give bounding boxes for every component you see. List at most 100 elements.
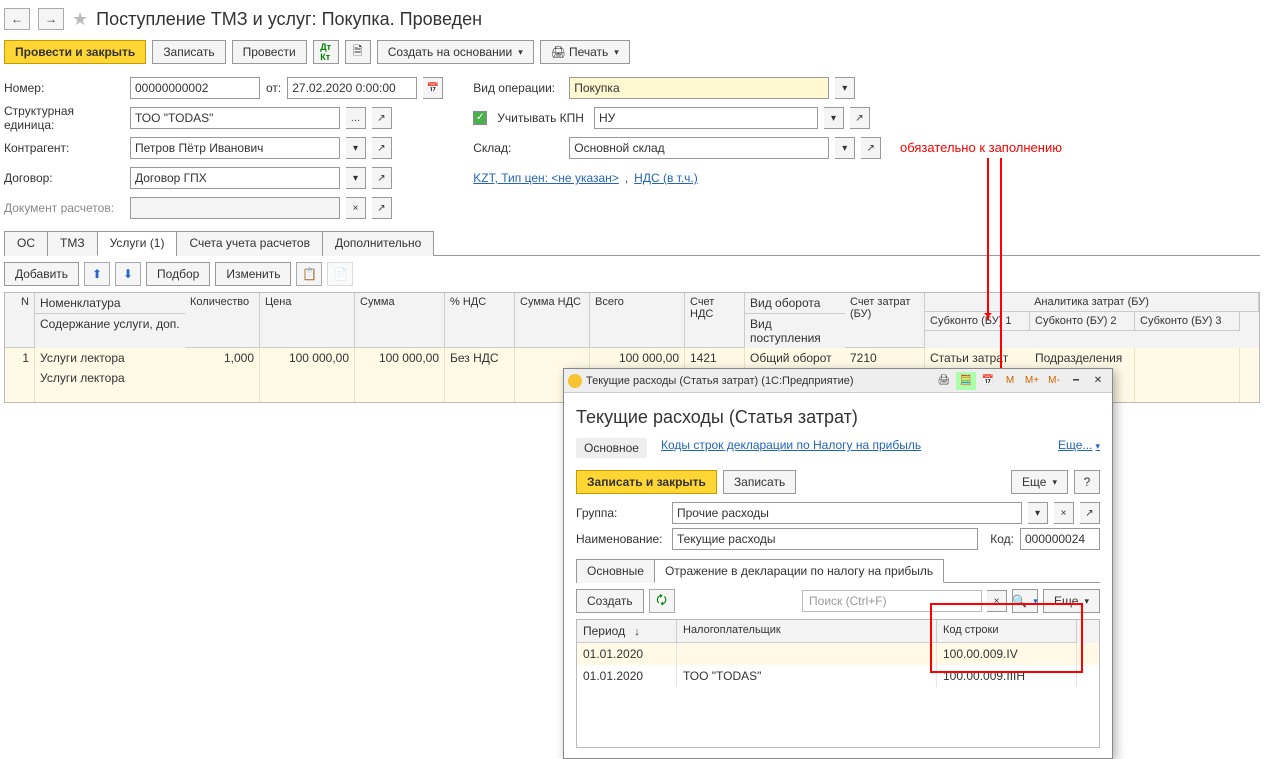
contract-dropdown-button[interactable]: ▾ [346,167,366,189]
kpn-open-button[interactable]: ↗ [850,107,870,129]
paste-button[interactable]: 📄 [327,262,353,286]
modal-nav-main[interactable]: Основное [576,438,647,458]
kpn-label: Учитывать КПН [497,111,584,125]
counterparty-open-button[interactable]: ↗ [372,137,392,159]
modal-save-button[interactable]: Записать [723,470,796,494]
tab-os[interactable]: ОС [4,231,48,256]
struct-select-button[interactable]: … [346,107,366,129]
nav-back-button[interactable]: ← [4,8,30,30]
from-label: от: [266,81,281,95]
modal-print-icon[interactable]: 🖨 [934,372,954,390]
docsettle-clear-button[interactable]: × [346,197,366,219]
modal-help-button[interactable]: ? [1074,470,1100,494]
copy-button[interactable]: 📋 [296,262,322,286]
favorite-star-icon[interactable]: ★ [72,9,88,30]
structure-button[interactable]: 🗎 [345,40,371,64]
move-down-button[interactable]: ⬇ [115,262,141,286]
modal-search-clear-button[interactable]: × [987,590,1007,612]
warehouse-dropdown-button[interactable]: ▾ [835,137,855,159]
warehouse-label: Склад: [473,141,563,155]
print-button[interactable]: 🖨 Печать [540,40,630,64]
modal-save-close-button[interactable]: Записать и закрыть [576,470,717,494]
modal-table-row[interactable]: 01.01.2020 ТОО "TODAS" 100.00.009.IIIH [577,665,1099,687]
cell-qty[interactable]: 1,000 [185,348,260,402]
tab-extra[interactable]: Дополнительно [322,231,434,256]
modal-mminus-button[interactable]: M- [1044,372,1064,390]
kpn-checkbox[interactable]: ✓ [473,111,487,125]
modal-group-clear-button[interactable]: × [1054,502,1074,524]
modal-nav-codes[interactable]: Коды строк декларации по Налогу на прибы… [661,438,921,458]
date-input[interactable]: 27.02.2020 0:00:00 [287,77,417,99]
modal-create-button[interactable]: Создать [576,589,644,613]
modal-tab-decl[interactable]: Отражение в декларации по налогу на приб… [654,559,944,583]
add-row-button[interactable]: Добавить [4,262,79,286]
number-input[interactable]: 00000000002 [130,77,260,99]
modal-close-icon[interactable]: ✕ [1088,372,1108,390]
post-and-close-button[interactable]: Провести и закрыть [4,40,146,64]
cell-vat[interactable]: Без НДС [445,348,515,402]
modal-calendar-icon[interactable]: 📅 [978,372,998,390]
modal-m-button[interactable]: M [1000,372,1020,390]
modal-more-button[interactable]: Еще [1011,470,1068,494]
struct-input[interactable]: ТОО "TODAS" [130,107,340,129]
modal-name-input[interactable]: Текущие расходы [672,528,978,550]
modal-group-dropdown-button[interactable]: ▾ [1028,502,1048,524]
modal-tab-main[interactable]: Основные [576,559,655,583]
cell-vid1[interactable]: Общий оборот [745,348,845,368]
tab-tmz[interactable]: ТМЗ [47,231,98,256]
nav-forward-button[interactable]: → [38,8,64,30]
post-button[interactable]: Провести [232,40,307,64]
modal-nav-more[interactable]: Еще... [1058,438,1100,458]
modal-grid-more-button[interactable]: Еще [1043,589,1100,613]
contract-open-button[interactable]: ↗ [372,167,392,189]
kpn-dropdown-button[interactable]: ▾ [824,107,844,129]
optype-label: Вид операции: [473,81,563,95]
modal-filter-button[interactable]: 🔍 [1012,589,1038,613]
annotation-arrow-1 [987,158,989,320]
cell-sub3[interactable] [1135,348,1240,402]
cell-n: 1 [5,348,35,402]
modal-calc-icon[interactable]: 🧮 [956,372,976,390]
counterparty-input[interactable]: Петров Пётр Иванович [130,137,340,159]
cell-nom2[interactable]: Услуги лектора [35,368,185,388]
modal-search-input[interactable]: Поиск (Ctrl+F) [802,590,982,612]
col-sub3-header: Субконто (БУ) 3 [1135,312,1240,331]
col-price-header: Цена [260,293,355,348]
save-button[interactable]: Записать [152,40,225,64]
modal-group-label: Группа: [576,506,666,520]
create-based-on-button[interactable]: Создать на основании [377,40,534,64]
col-sub2-header: Субконто (БУ) 2 [1030,312,1135,331]
struct-open-button[interactable]: ↗ [372,107,392,129]
date-picker-button[interactable]: 📅 [423,77,443,99]
currency-link[interactable]: KZT, Тип цен: <не указан> [473,171,619,185]
change-button[interactable]: Изменить [215,262,291,286]
cell-sub1a[interactable]: Статьи затрат [925,348,1030,368]
modal-minimize-icon[interactable]: 🗕 [1066,372,1086,390]
modal-cell-taxpayer-1: ТОО "TODAS" [677,665,937,687]
move-up-button[interactable]: ⬆ [84,262,110,286]
vat-link[interactable]: НДС (в т.ч.) [634,171,698,185]
counterparty-dropdown-button[interactable]: ▾ [346,137,366,159]
modal-group-input[interactable]: Прочие расходы [672,502,1022,524]
modal-refresh-button[interactable]: 🗘 [649,589,675,613]
optype-input[interactable]: Покупка [569,77,829,99]
modal-mplus-button[interactable]: M+ [1022,372,1042,390]
contract-input[interactable]: Договор ГПХ [130,167,340,189]
optype-dropdown-button[interactable]: ▾ [835,77,855,99]
warehouse-open-button[interactable]: ↗ [861,137,881,159]
kpn-input[interactable]: НУ [594,107,818,129]
docsettle-open-button[interactable]: ↗ [372,197,392,219]
modal-table-row[interactable]: 01.01.2020 100.00.009.IV [577,643,1099,665]
dtkt-button[interactable]: ДтКт [313,40,339,64]
tab-services[interactable]: Услуги (1) [97,231,178,256]
cell-price[interactable]: 100 000,00 [260,348,355,402]
warehouse-input[interactable]: Основной склад [569,137,829,159]
modal-group-open-button[interactable]: ↗ [1080,502,1100,524]
col-vid-header: Вид оборота [745,293,845,314]
tab-accounts[interactable]: Счета учета расчетов [176,231,322,256]
cell-sum[interactable]: 100 000,00 [355,348,445,402]
cell-nom1[interactable]: Услуги лектора [35,348,185,368]
annotation-text: обязательно к заполнению [900,140,1062,155]
modal-code-input[interactable]: 000000024 [1020,528,1100,550]
pick-button[interactable]: Подбор [146,262,210,286]
